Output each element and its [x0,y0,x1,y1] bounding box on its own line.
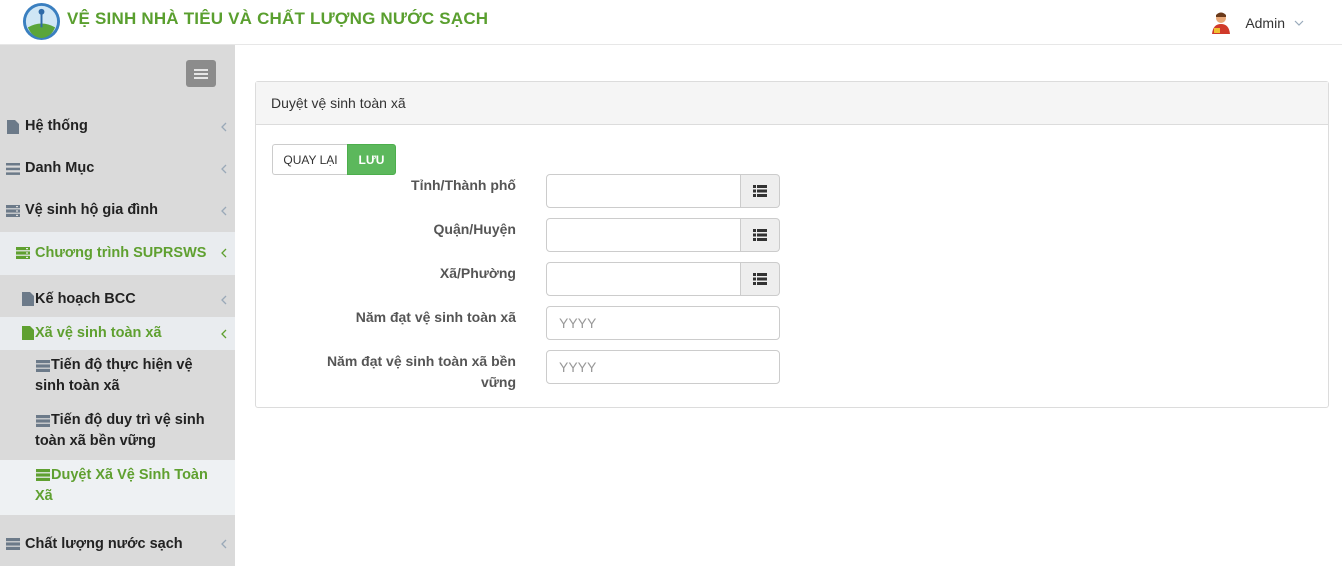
district-input[interactable] [546,218,741,252]
approval-form-panel: Duyệt vệ sinh toàn xã QUAY LẠI LƯU Tỉnh/… [255,81,1329,408]
user-name: Admin [1245,15,1285,31]
chevron-left-icon [221,329,227,339]
sidebar-item-label: Chất lượng nước sạch [25,536,183,552]
commune-lookup [546,262,780,296]
list-icon [753,185,767,197]
chevron-left-icon [221,206,227,216]
sidebar-item-label: Hệ thống [25,118,88,134]
year-sustain-label: Năm đạt vệ sinh toàn xã bền vững [327,351,516,393]
year-sustain-label-line2: vững [480,374,516,390]
chevron-left-icon [221,122,227,132]
sidebar-item-label: Kế hoạch BCC [35,291,136,307]
district-lookup [546,218,780,252]
province-input[interactable] [546,174,741,208]
sidebar-item-label: Chương trình SUPRSWS [35,245,207,261]
server-icon [36,360,50,372]
list-icon [753,273,767,285]
sidebar: Hệ thống Danh Mục Vệ sinh hộ gia đình Ch… [0,45,235,566]
user-avatar-icon [1212,12,1231,34]
server-icon [36,469,50,481]
top-bar: VỆ SINH NHÀ TIÊU VÀ CHẤT LƯỢNG NƯỚC SẠCH… [0,0,1342,45]
sidebar-item-label-line2: toàn xã bền vững [35,433,156,449]
sidebar-item-label-line2: sinh toàn xã [35,378,120,394]
sidebar-item-tien-do-thuc-hien[interactable]: Tiến độ thực hiện vệ sinh toàn xã [0,356,235,402]
year-sustain-input[interactable] [546,350,780,384]
server-icon [6,205,20,217]
sidebar-item-label: Vệ sinh hộ gia đình [25,202,158,218]
app-logo[interactable] [22,2,61,41]
file-icon [7,120,19,134]
sidebar-item-ke-hoach-bcc[interactable]: Kế hoạch BCC [0,287,235,311]
chevron-left-icon [221,164,227,174]
sidebar-item-label-line1: Tiến độ thực hiện vệ [51,357,193,373]
province-list-button[interactable] [741,174,780,208]
chevron-down-icon [1294,20,1304,26]
back-button[interactable]: QUAY LẠI [272,144,348,175]
list-icon [6,163,20,175]
sidebar-item-label-line2: Xã [35,488,53,504]
province-lookup [546,174,780,208]
panel-title: Duyệt vệ sinh toàn xã [256,82,1328,125]
sidebar-item-ve-sinh-ho-gia-dinh[interactable]: Vệ sinh hộ gia đình [0,199,235,223]
file-icon [22,326,34,340]
chevron-left-icon [221,248,227,258]
district-list-button[interactable] [741,218,780,252]
sidebar-toggle-button[interactable] [186,60,216,87]
sidebar-item-tien-do-duy-tri[interactable]: Tiến độ duy trì vệ sinh toàn xã bền vững [0,411,235,457]
commune-list-button[interactable] [741,262,780,296]
sidebar-item-xa-ve-sinh-toan-xa[interactable]: Xã vệ sinh toàn xã [0,317,235,350]
app-title: VỆ SINH NHÀ TIÊU VÀ CHẤT LƯỢNG NƯỚC SẠCH [67,9,489,28]
district-label: Quận/Huyện [433,221,516,237]
sidebar-item-duyet-xa-ve-sinh[interactable]: Duyệt Xã Vệ Sinh Toàn Xã [0,460,235,515]
sidebar-item-label-line1: Duyệt Xã Vệ Sinh Toàn [51,467,208,483]
year-input[interactable] [546,306,780,340]
year-sustain-label-line1: Năm đạt vệ sinh toàn xã bền [326,353,516,369]
sidebar-item-danh-muc[interactable]: Danh Mục [0,157,235,181]
chevron-left-icon [221,295,227,305]
year-label: Năm đạt vệ sinh toàn xã [355,309,516,325]
list-icon [753,229,767,241]
user-menu[interactable]: Admin [1209,11,1304,35]
chevron-left-icon [221,539,227,549]
file-icon [22,292,34,306]
commune-label: Xã/Phường [439,265,516,281]
province-label: Tỉnh/Thành phố [411,177,516,193]
sidebar-item-label-line1: Tiến độ duy trì vệ sinh [51,412,205,428]
sidebar-item-he-thong[interactable]: Hệ thống [0,115,235,139]
sidebar-item-chuong-trinh-suprsws[interactable]: Chương trình SUPRSWS [0,232,235,275]
commune-input[interactable] [546,262,741,296]
server-icon [6,538,20,550]
save-button[interactable]: LƯU [347,144,396,175]
server-icon [16,247,30,259]
sidebar-item-chat-luong-nuoc-sach[interactable]: Chất lượng nước sạch [0,532,235,556]
sidebar-item-label: Danh Mục [25,160,95,176]
sidebar-item-label: Xã vệ sinh toàn xã [35,325,162,341]
server-icon [36,415,50,427]
